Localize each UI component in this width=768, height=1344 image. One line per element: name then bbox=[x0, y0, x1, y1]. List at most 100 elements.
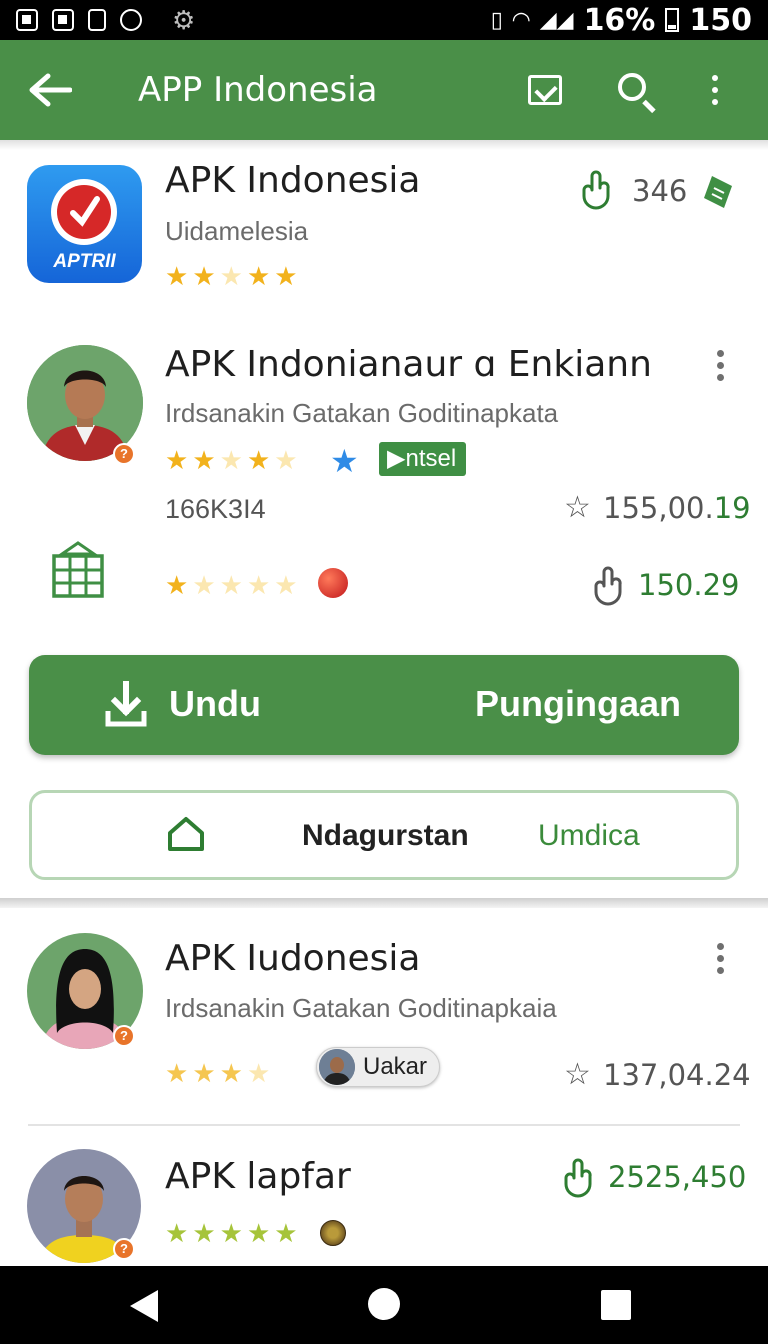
star-icon: ★ bbox=[192, 570, 216, 600]
star-icon: ★ bbox=[274, 445, 298, 475]
app-subtitle: Irdsanakin Gatakan Goditinapkaia bbox=[165, 993, 557, 1023]
star-icon: ★ bbox=[246, 1058, 271, 1088]
app-logo: APTRII bbox=[27, 165, 142, 283]
star-icon: ★ bbox=[246, 570, 271, 600]
star-icon: ★ bbox=[192, 1218, 216, 1248]
download-button-right-label: Pungingaan bbox=[475, 683, 681, 724]
gallery-notification-icon bbox=[16, 9, 38, 31]
star-rating: ★ ★ ★ ★ ★ bbox=[165, 263, 298, 289]
star-icon: ★ bbox=[246, 1218, 271, 1248]
verified-badge-icon: ? bbox=[113, 1238, 135, 1260]
app-title: APK lapfar bbox=[165, 1156, 351, 1197]
nav-back-icon[interactable] bbox=[130, 1290, 158, 1322]
bookmark-tag-icon bbox=[704, 176, 732, 208]
home-icon bbox=[168, 817, 204, 851]
back-arrow-icon[interactable] bbox=[0, 40, 100, 140]
nav-recents-icon[interactable] bbox=[601, 1290, 631, 1320]
tomato-icon bbox=[318, 568, 348, 598]
star-icon: ★ bbox=[219, 445, 243, 475]
star-icon: ★ bbox=[165, 1058, 189, 1088]
section-divider bbox=[0, 898, 768, 908]
app-code: 166K3I4 bbox=[165, 494, 266, 524]
secondary-button-label: Ndagurstan bbox=[302, 819, 469, 852]
user-chip-label: Uakar bbox=[363, 1053, 428, 1080]
user-chip-avatar bbox=[319, 1049, 355, 1085]
vibrate-icon: ▯ bbox=[490, 7, 503, 33]
app-subtitle: Irdsanakin Gatakan Goditinapkata bbox=[165, 398, 559, 428]
battery-icon bbox=[665, 8, 680, 32]
app-bar-title: APP Indonesia bbox=[138, 70, 378, 110]
battery-percent: 16% bbox=[583, 2, 656, 38]
logo-text: APTRII bbox=[53, 251, 116, 272]
star-icon: ★ bbox=[165, 261, 189, 291]
verified-badge-icon: ? bbox=[113, 443, 135, 465]
verified-badge-icon: ? bbox=[113, 1025, 135, 1047]
star-icon: ★ bbox=[274, 1218, 298, 1248]
star-icon: ★ bbox=[192, 1058, 216, 1088]
medal-icon bbox=[320, 1220, 346, 1246]
secondary-star-rating: ★ ★ ★ ★ ★ bbox=[165, 572, 298, 598]
clock-notification-icon bbox=[120, 9, 142, 31]
star-rating: ★ ★ ★ ★ ★ bbox=[165, 447, 298, 473]
star-rating: ★ ★ ★ ★ ★ bbox=[165, 1220, 298, 1246]
star-icon: ★ bbox=[274, 261, 298, 291]
rating-value: 155,00.19 bbox=[603, 491, 751, 525]
phone-notification-icon bbox=[88, 9, 106, 31]
install-count: 150.29 bbox=[638, 568, 740, 602]
star-outline-icon: ☆ bbox=[564, 1058, 591, 1091]
app-bar-shadow bbox=[0, 140, 768, 150]
install-count: 2525,450 bbox=[608, 1160, 747, 1194]
app-title: APK Iudonesia bbox=[165, 938, 421, 979]
star-outline-icon: ☆ bbox=[564, 491, 591, 524]
download-button[interactable]: Undu Pungingaan bbox=[29, 655, 739, 755]
star-icon: ★ bbox=[219, 1218, 243, 1248]
play-chip[interactable]: ▶ntsel bbox=[379, 442, 467, 476]
star-icon: ★ bbox=[165, 1218, 189, 1248]
user-chip[interactable]: Uakar bbox=[316, 1047, 441, 1087]
app-subtitle: Uidamelesia bbox=[165, 216, 309, 246]
star-icon: ★ bbox=[219, 261, 243, 291]
app-title: APK Indonesia bbox=[165, 160, 421, 201]
rating-value-main: 155,00. bbox=[603, 491, 714, 525]
install-count: 346 bbox=[632, 174, 688, 208]
status-time: 150 bbox=[689, 2, 752, 38]
search-icon[interactable] bbox=[590, 40, 680, 140]
star-rating: ★ ★ ★ ★ bbox=[165, 1060, 270, 1086]
star-icon: ★ bbox=[192, 261, 216, 291]
star-icon: ★ bbox=[246, 261, 271, 291]
settings-gear-icon: ⚙ bbox=[172, 5, 196, 35]
rating-value-accent: 19 bbox=[713, 491, 751, 525]
star-icon: ★ bbox=[165, 445, 189, 475]
building-icon bbox=[52, 541, 104, 598]
star-icon: ★ bbox=[192, 445, 216, 475]
app-title: APK Indonianaur ɑ Enkiann bbox=[165, 344, 652, 385]
status-bar: ⚙ ▯ ◠ ◢◢ 16% 150 bbox=[0, 0, 768, 40]
nav-home-icon[interactable] bbox=[368, 1288, 400, 1320]
download-button-label: Undu bbox=[169, 683, 261, 724]
blue-star-icon: ★ bbox=[330, 443, 359, 479]
hand-tap-icon bbox=[594, 566, 622, 606]
star-icon: ★ bbox=[274, 570, 298, 600]
system-navigation-bar bbox=[0, 1266, 768, 1344]
star-icon: ★ bbox=[246, 445, 271, 475]
signal-icon: ◢◢ bbox=[539, 7, 574, 33]
secondary-button[interactable]: Ndagurstan Umdica bbox=[29, 790, 739, 880]
star-icon: ★ bbox=[219, 570, 243, 600]
image-notification-icon bbox=[52, 9, 74, 31]
item-overflow-menu-icon[interactable] bbox=[717, 350, 724, 381]
app-bar: APP Indonesia bbox=[0, 40, 768, 140]
rating-value: 137,04.24 bbox=[603, 1058, 751, 1092]
download-icon bbox=[105, 681, 147, 727]
secondary-button-right-label[interactable]: Umdica bbox=[538, 819, 640, 853]
logo-play-icon bbox=[51, 179, 117, 245]
wifi-icon: ◠ bbox=[512, 7, 530, 33]
item-overflow-menu-icon[interactable] bbox=[717, 943, 724, 974]
thumbs-up-icon bbox=[564, 1158, 592, 1198]
hand-tap-icon bbox=[582, 170, 610, 210]
divider bbox=[28, 1124, 740, 1126]
star-icon: ★ bbox=[165, 570, 189, 600]
play-chip-label: ntsel bbox=[405, 445, 457, 472]
select-checkbox-icon[interactable] bbox=[500, 40, 590, 140]
overflow-menu-icon[interactable] bbox=[680, 40, 750, 140]
star-icon: ★ bbox=[219, 1058, 243, 1088]
